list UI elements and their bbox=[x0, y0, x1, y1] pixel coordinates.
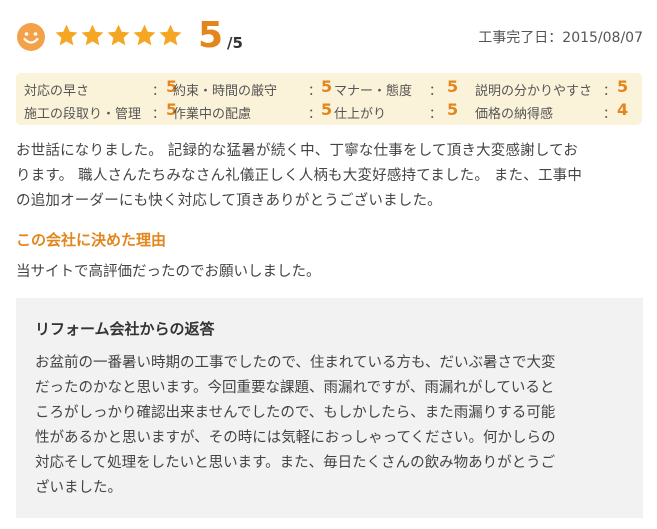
rating-separator: ： bbox=[603, 84, 617, 99]
rating-value: 5 bbox=[321, 100, 333, 119]
rating-separator: ： bbox=[429, 107, 443, 122]
rating-separator: ： bbox=[308, 107, 322, 122]
rating-value: 5 bbox=[321, 77, 333, 96]
rating-value: 5 bbox=[617, 77, 629, 96]
rating-value: 5 bbox=[447, 77, 459, 96]
star-icon bbox=[81, 24, 104, 46]
rating-label: 約束・時間の厳守 bbox=[173, 84, 278, 99]
rating-separator: ： bbox=[308, 84, 322, 99]
rating-label: 説明の分かりやすさ bbox=[475, 84, 593, 99]
smiley-face-icon bbox=[17, 23, 45, 51]
comment-line: お世話になりました。 記録的な猛暑が続く中、丁寧な仕事をして頂き大変感謝してお bbox=[16, 143, 579, 159]
star-rating bbox=[54, 23, 183, 51]
rating-label: 作業中の配慮 bbox=[173, 107, 252, 122]
reply-text: お盆前の一番暑い時期の工事でしたので、住まれている方も、だいぶ暑さで大変 だった… bbox=[35, 351, 625, 501]
category-ratings: 対応の早さ： 5 約束・時間の厳守： 5 マナー・態度： 5 説明の分かりやすさ： 5 施工の段… bbox=[16, 73, 642, 125]
review-header: 5 /5 工事完了日：2015/08/07 bbox=[17, 14, 645, 60]
completion-date: 工事完了日：2015/08/07 bbox=[478, 30, 643, 46]
reason-text: 当サイトで高評価だったのでお願いしました。 bbox=[16, 264, 321, 280]
reason-heading: この会社に決めた理由 bbox=[16, 231, 167, 249]
review-comment: お世話になりました。 記録的な猛暑が続く中、丁寧な仕事をして頂き大変感謝してお … bbox=[16, 139, 644, 214]
comment-line: ります。 職人さんたちみなさん礼儀正しく人柄も大変好感持てました。 また、工事中 bbox=[16, 168, 583, 184]
star-icon bbox=[133, 24, 156, 46]
company-reply: リフォーム会社からの返答 お盆前の一番暑い時期の工事でしたので、住まれている方も… bbox=[16, 298, 643, 518]
rating-value: 4 bbox=[617, 100, 629, 119]
rating-separator: ： bbox=[152, 84, 166, 99]
overall-score: 5 bbox=[198, 15, 224, 56]
reply-heading: リフォーム会社からの返答 bbox=[35, 320, 215, 338]
rating-label: 施工の段取り・管理 bbox=[24, 107, 142, 122]
reply-line: ころがしっかり確認出来ませんでしたので、もしかしたら、また雨漏りする可能 bbox=[35, 405, 556, 421]
rating-separator: ： bbox=[152, 107, 166, 122]
rating-label: 価格の納得感 bbox=[475, 107, 554, 122]
rating-separator: ： bbox=[603, 107, 617, 122]
comment-line: の追加オーダーにも快く対応して頂きありがとうございました。 bbox=[16, 193, 442, 209]
rating-label: 対応の早さ bbox=[24, 84, 90, 99]
reply-line: だったのかなと思います。今回重要な課題、雨漏れですが、雨漏れがしていると bbox=[35, 380, 555, 396]
rating-value: 5 bbox=[447, 100, 459, 119]
reply-line: ざいました。 bbox=[35, 480, 122, 496]
reply-line: 対応そして処理をしたいと思います。また、毎日たくさんの飲み物ありがとうご bbox=[35, 455, 556, 471]
reply-line: お盆前の一番暑い時期の工事でしたので、住まれている方も、だいぶ暑さで大変 bbox=[35, 355, 556, 371]
overall-score-max: /5 bbox=[227, 34, 243, 52]
rating-separator: ： bbox=[429, 84, 443, 99]
reply-line: 性があるかと思いますが、その時には気軽におっしゃってください。何かしらの bbox=[35, 430, 556, 446]
rating-label: 仕上がり bbox=[334, 107, 387, 122]
star-icon bbox=[107, 24, 130, 46]
star-icon bbox=[159, 24, 182, 46]
star-icon bbox=[55, 24, 78, 46]
rating-label: マナー・態度 bbox=[334, 84, 413, 99]
